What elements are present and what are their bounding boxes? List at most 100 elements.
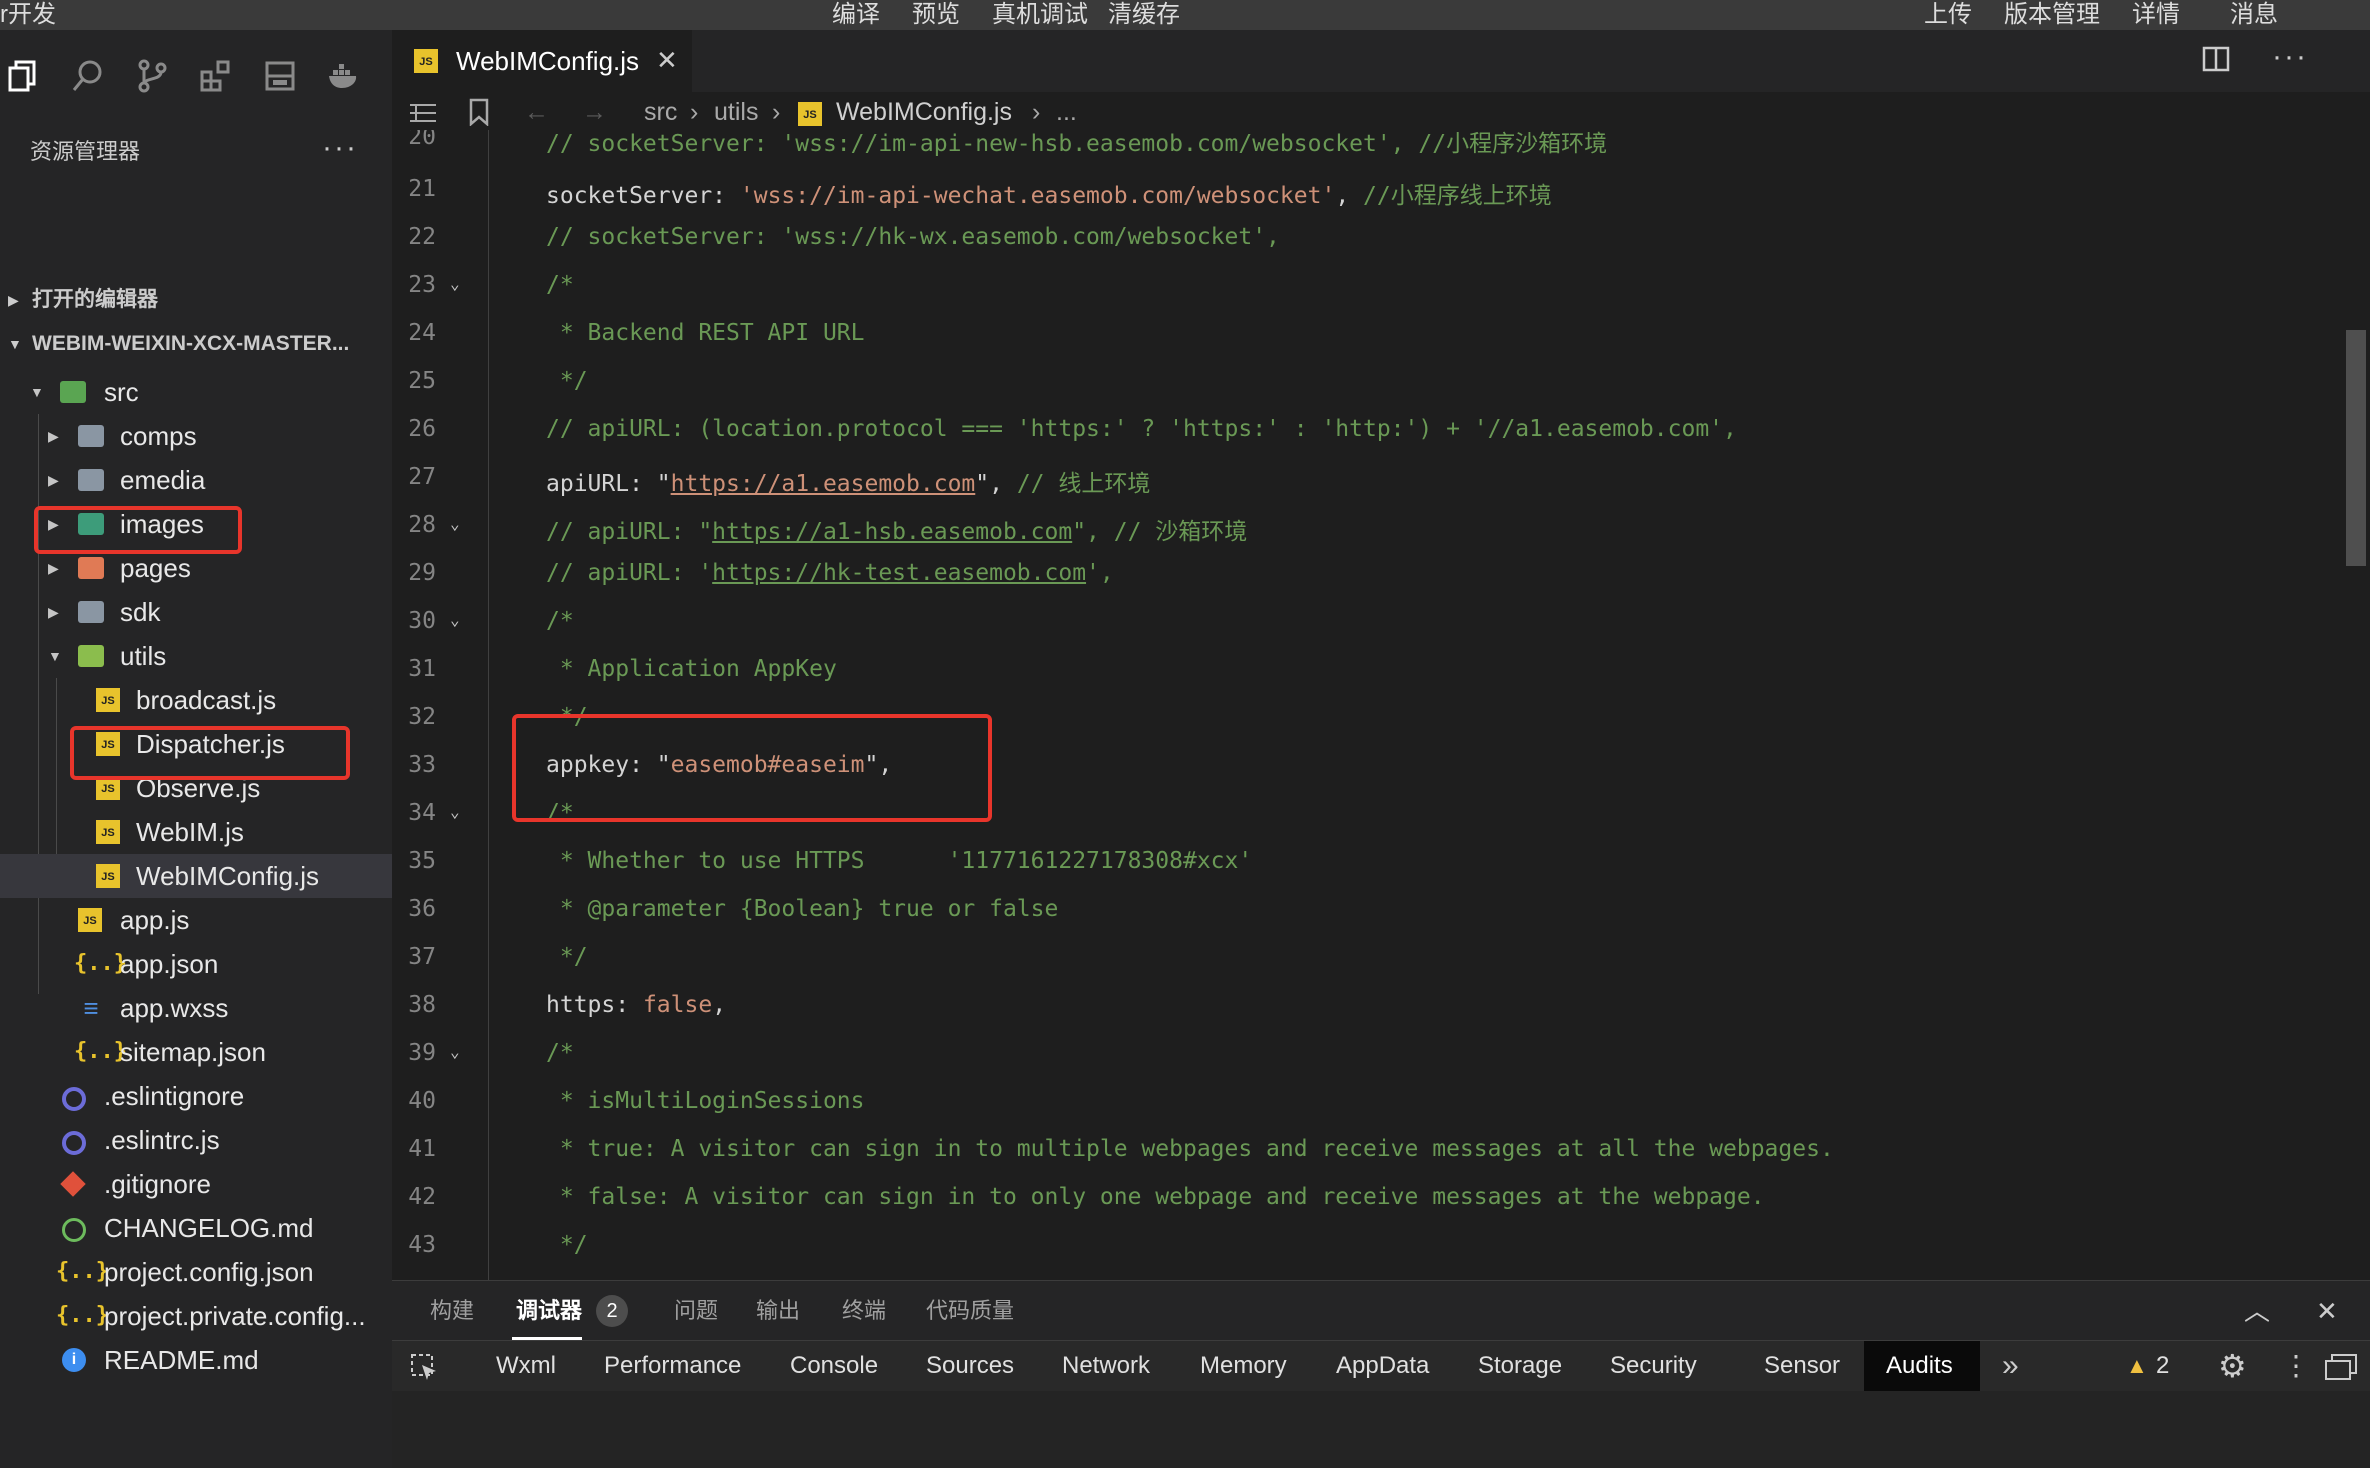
tab-problems[interactable]: 问题 xyxy=(674,1281,718,1341)
code-line: /* xyxy=(546,1040,574,1066)
highlight-box-webimconfig xyxy=(70,726,350,780)
devtools-tab-memory[interactable]: Memory xyxy=(1200,1341,1287,1391)
back-arrow-icon[interactable]: ← xyxy=(524,92,549,132)
editor-scrollbar-thumb[interactable] xyxy=(2346,330,2366,566)
menu-clear-cache[interactable]: 清缓存 xyxy=(1108,0,1180,29)
open-editors-section[interactable]: ▶ 打开的编辑器 xyxy=(0,280,392,320)
history-icon xyxy=(62,1218,86,1242)
devtools-tab-wxml[interactable]: Wxml xyxy=(496,1341,556,1391)
tree-item-app-wxss[interactable]: ≡ app.wxss xyxy=(0,986,392,1030)
tree-item-utils[interactable]: ▼ utils xyxy=(0,634,392,678)
breadcrumb-src[interactable]: src xyxy=(644,92,677,132)
tree-item-webimconfig-js[interactable]: JS WebIMConfig.js xyxy=(0,854,392,898)
fold-chevron-icon[interactable]: ⌄ xyxy=(450,274,460,293)
chevron-up-icon[interactable]: ︿ xyxy=(2244,1281,2270,1341)
menu-messages[interactable]: 消息 xyxy=(2230,0,2278,29)
chevron-right-icon: ▶ xyxy=(48,472,59,488)
code-line: // apiURL: "https://a1-hsb.easemob.com",… xyxy=(546,519,1248,545)
chevron-down-icon: ▼ xyxy=(30,384,44,400)
docker-icon[interactable] xyxy=(326,58,362,94)
tree-item-gitignore[interactable]: .gitignore xyxy=(0,1162,392,1206)
tree-item-app-js[interactable]: JS app.js xyxy=(0,898,392,942)
tab-debugger[interactable]: 调试器 xyxy=(516,1281,582,1341)
gear-icon[interactable]: ⚙ xyxy=(2218,1341,2247,1391)
devtools-tab-console[interactable]: Console xyxy=(790,1341,878,1391)
js-file-icon: JS xyxy=(798,102,822,126)
tree-item-project-config-json[interactable]: {..} project.config.json xyxy=(0,1250,392,1294)
devtools-tab-audits[interactable]: Audits xyxy=(1886,1341,1953,1391)
close-panel-icon[interactable]: ✕ xyxy=(2316,1281,2338,1341)
code-line: /* xyxy=(546,272,574,298)
menu-device-debug[interactable]: 真机调试 xyxy=(992,0,1088,29)
search-icon[interactable] xyxy=(70,58,106,94)
tree-item-project-private-config[interactable]: {..} project.private.config... xyxy=(0,1294,392,1338)
outline-list-icon[interactable] xyxy=(408,102,438,124)
warning-icon[interactable]: ▲ xyxy=(2126,1341,2148,1391)
tree-item-sdk[interactable]: ▶ sdk xyxy=(0,590,392,634)
menu-compile[interactable]: 编译 xyxy=(832,0,880,29)
folder-src-icon xyxy=(60,381,86,403)
extensions-icon[interactable] xyxy=(198,58,234,94)
top-menu-bar: r开发 编译 预览 真机调试 清缓存 上传 版本管理 详情 消息 xyxy=(0,0,2370,30)
tab-output[interactable]: 输出 xyxy=(756,1281,800,1341)
source-control-icon[interactable] xyxy=(134,58,170,94)
explorer-more-button[interactable]: ··· xyxy=(322,122,358,182)
tree-item-readme-md[interactable]: i README.md xyxy=(0,1338,392,1382)
forward-arrow-icon[interactable]: → xyxy=(582,92,607,132)
devtools-tab-sources[interactable]: Sources xyxy=(926,1341,1014,1391)
gutter-divider xyxy=(488,130,489,1280)
project-root-section[interactable]: ▼ WEBIM-WEIXIN-XCX-MASTER... xyxy=(0,324,392,364)
fold-chevron-icon[interactable]: ⌄ xyxy=(450,514,460,533)
devtools-tab-network[interactable]: Network xyxy=(1062,1341,1150,1391)
fold-chevron-icon[interactable]: ⌄ xyxy=(450,1042,460,1061)
code-editor[interactable]: 20 // socketServer: 'wss://im-api-new-hs… xyxy=(392,130,2370,1280)
menu-preview[interactable]: 预览 xyxy=(912,0,960,29)
line-number: 35 xyxy=(408,848,436,874)
menu-details[interactable]: 详情 xyxy=(2132,0,2180,29)
breadcrumb-symbol[interactable]: ... xyxy=(1056,92,1077,132)
line-number: 23 xyxy=(408,272,436,298)
chevron-right-icon: › xyxy=(1032,98,1041,126)
tree-item-emedia[interactable]: ▶ emedia xyxy=(0,458,392,502)
chevron-right-icon: › xyxy=(772,98,781,126)
devtools-tab-security[interactable]: Security xyxy=(1610,1341,1697,1391)
devtools-tab-appdata[interactable]: AppData xyxy=(1336,1341,1429,1391)
devtools-tab-performance[interactable]: Performance xyxy=(604,1341,741,1391)
storage-icon[interactable] xyxy=(262,58,298,94)
bookmark-icon[interactable] xyxy=(468,98,490,126)
tree-item-changelog-md[interactable]: CHANGELOG.md xyxy=(0,1206,392,1250)
split-editor-icon[interactable] xyxy=(2202,46,2230,72)
tree-item-webim-js[interactable]: JS WebIM.js xyxy=(0,810,392,854)
menu-version-management[interactable]: 版本管理 xyxy=(2004,0,2100,29)
editor-scrollbar-track[interactable] xyxy=(2342,130,2366,1280)
explorer-icon[interactable] xyxy=(6,58,42,94)
breadcrumb-utils[interactable]: utils xyxy=(714,92,758,132)
tree-item-broadcast-js[interactable]: JS broadcast.js xyxy=(0,678,392,722)
dock-side-icon[interactable] xyxy=(2324,1353,2358,1381)
fold-chevron-icon[interactable]: ⌄ xyxy=(450,610,460,629)
tab-build[interactable]: 构建 xyxy=(430,1281,474,1341)
tree-item-eslintrc-js[interactable]: .eslintrc.js xyxy=(0,1118,392,1162)
tab-webimconfig-js[interactable]: JS WebIMConfig.js ✕ xyxy=(392,30,692,92)
devtools-tab-sensor[interactable]: Sensor xyxy=(1764,1341,1840,1391)
tree-item-comps[interactable]: ▶ comps xyxy=(0,414,392,458)
tree-item-src[interactable]: ▼ src xyxy=(0,370,392,414)
close-icon[interactable]: ✕ xyxy=(656,30,678,90)
overflow-chevrons-icon[interactable]: » xyxy=(2002,1341,2019,1391)
fold-chevron-icon[interactable]: ⌄ xyxy=(450,802,460,821)
devtools-tab-storage[interactable]: Storage xyxy=(1478,1341,1562,1391)
tree-item-eslintignore[interactable]: .eslintignore xyxy=(0,1074,392,1118)
tab-terminal[interactable]: 终端 xyxy=(842,1281,886,1341)
breadcrumb-file[interactable]: WebIMConfig.js xyxy=(836,92,1012,132)
tree-item-app-json[interactable]: {..} app.json xyxy=(0,942,392,986)
element-picker-icon[interactable] xyxy=(410,1353,438,1381)
kebab-menu-icon[interactable]: ⋮ xyxy=(2282,1341,2310,1391)
line-number: 27 xyxy=(408,464,436,490)
menu-upload[interactable]: 上传 xyxy=(1924,0,1972,29)
more-actions-icon[interactable]: ··· xyxy=(2272,40,2308,74)
tree-item-sitemap-json[interactable]: {..} sitemap.json xyxy=(0,1030,392,1074)
tab-code-quality[interactable]: 代码质量 xyxy=(926,1281,1014,1341)
code-line: * Backend REST API URL xyxy=(546,320,865,346)
line-number: 21 xyxy=(408,176,436,202)
tab-label: WebIMConfig.js xyxy=(456,46,640,76)
